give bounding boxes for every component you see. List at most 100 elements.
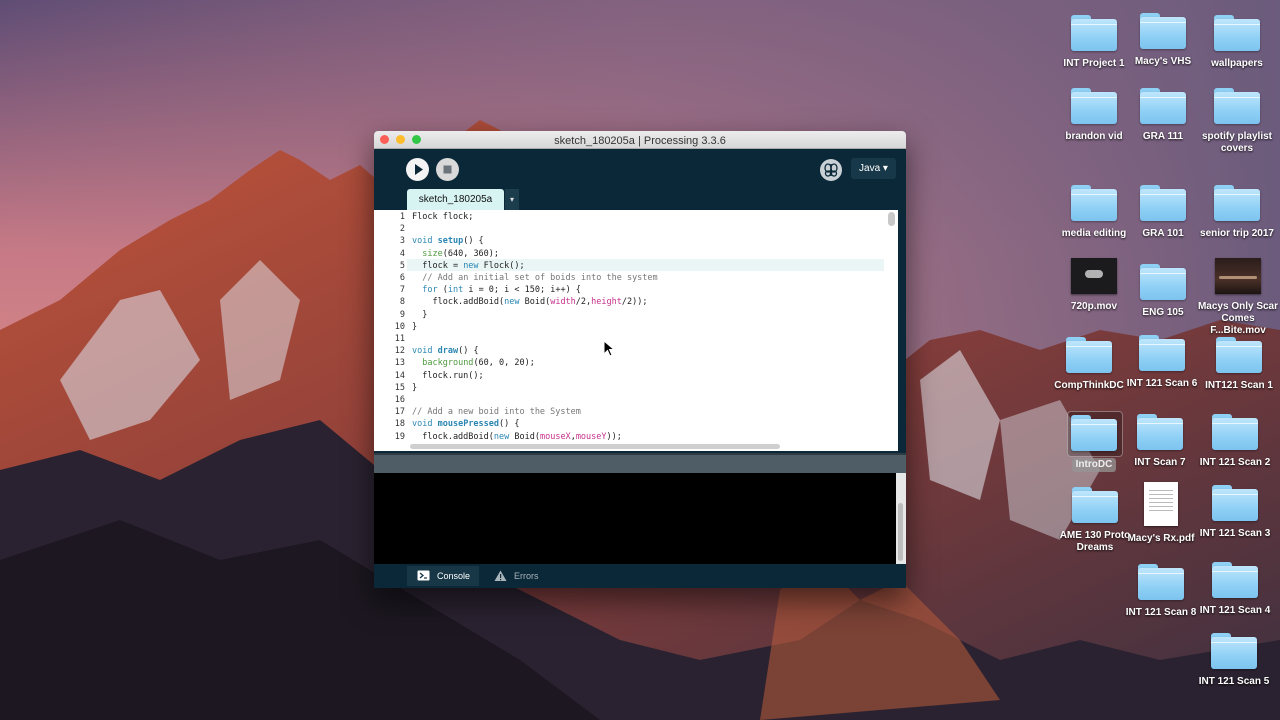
line-number: 15 [394, 382, 405, 393]
video-thumbnail-icon [1071, 258, 1117, 294]
folder-icon [1140, 264, 1186, 300]
line-number: 16 [394, 395, 405, 405]
debug-butterfly-icon [824, 163, 838, 177]
folder-icon [1139, 335, 1185, 371]
desktop-icon-label: INT 121 Scan 5 [1198, 676, 1270, 687]
play-icon [415, 164, 423, 175]
code-line: flock = new Flock(); [412, 260, 525, 271]
processing-window: sketch_180205a | Processing 3.3.6 Java ▾… [374, 131, 906, 588]
folder-wallpapers[interactable]: wallpapers [1192, 15, 1280, 70]
line-number: 6 [399, 273, 405, 283]
code-editor[interactable]: 1 2 3 4 5 6 7 8 9 10 11 12 13 14 15 16 17 18 19 Flock floc… [374, 210, 898, 451]
code-line: } [412, 382, 418, 393]
desktop-icon-label: INT 121 Scan 2 [1199, 457, 1271, 468]
code-line: flock.run(); [412, 370, 484, 381]
console-tab-bar: Console Errors [374, 564, 906, 588]
desktop-icon-label: senior trip 2017 [1200, 228, 1274, 239]
window-titlebar[interactable]: sketch_180205a | Processing 3.3.6 [374, 131, 906, 149]
desktop-icon-label: IntroDC [1071, 458, 1117, 472]
folder-icon [1214, 88, 1260, 124]
code-line: void mousePressed() { [412, 419, 520, 430]
folder-icon [1212, 562, 1258, 598]
line-number: 17 [394, 407, 405, 418]
debugger-button[interactable] [820, 159, 842, 181]
desktop-icon-label: Macys Only Scar Comes F...Bite.mov [1197, 301, 1279, 336]
folder-icon [1067, 411, 1123, 457]
code-line: } [412, 309, 428, 320]
line-number: 18 [394, 419, 405, 430]
mode-selector[interactable]: Java ▾ [851, 158, 896, 179]
code-line: void draw() { [412, 346, 479, 357]
video-thumbnail-icon [1215, 258, 1261, 294]
close-window-button[interactable] [380, 135, 389, 144]
desktop-icon-label: INT121 Scan 1 [1205, 380, 1273, 391]
line-number: 19 [394, 431, 405, 442]
console-divider[interactable] [374, 453, 906, 473]
folder-int-121-scan-2[interactable]: INT 121 Scan 2 [1190, 414, 1280, 469]
code-line: Flock flock; [412, 212, 474, 222]
folder-icon [1137, 414, 1183, 450]
code-line: void setup() { [412, 236, 484, 247]
folder-int-121-scan-4[interactable]: INT 121 Scan 4 [1190, 562, 1280, 617]
folder-icon [1140, 185, 1186, 221]
editor-vertical-scrollbar[interactable] [888, 212, 895, 226]
line-number: 4 [399, 248, 405, 259]
line-number: 10 [394, 321, 405, 332]
run-button[interactable] [406, 158, 429, 181]
code-line: flock.addBoid(new Boid(width/2,height/2)… [412, 297, 648, 308]
console-output[interactable] [374, 473, 896, 564]
code-line: } [412, 321, 418, 332]
folder-icon [1140, 13, 1186, 49]
folder-icon [1214, 15, 1260, 51]
line-number: 2 [399, 224, 405, 235]
line-number: 1 [399, 212, 405, 222]
tab-menu-button[interactable]: ▾ [505, 189, 519, 210]
folder-senior-trip-2017[interactable]: senior trip 2017 [1192, 185, 1280, 240]
tab-sketch[interactable]: sketch_180205a [407, 189, 504, 210]
folder-icon [1138, 564, 1184, 600]
code-line: flock.addBoid(new Boid(mouseX,mouseY)); [412, 431, 622, 442]
folder-icon [1071, 15, 1117, 51]
tab-errors[interactable]: Errors [486, 566, 546, 586]
line-number: 5 [399, 260, 405, 271]
stop-icon [443, 165, 452, 174]
console-tab-label: Console [437, 571, 471, 581]
desktop-icon-label: wallpapers [1211, 58, 1263, 69]
folder-icon [1071, 88, 1117, 124]
folder-int121-scan-1[interactable]: INT121 Scan 1 [1194, 337, 1280, 392]
console-scrollbar[interactable] [896, 473, 906, 564]
zoom-window-button[interactable] [412, 135, 421, 144]
line-number-gutter: 1 2 3 4 5 6 7 8 9 10 11 12 13 14 15 16 17 18 19 [374, 210, 407, 451]
folder-icon [1140, 88, 1186, 124]
folder-icon [1216, 337, 1262, 373]
folder-icon [1071, 185, 1117, 221]
folder-int-121-scan-3[interactable]: INT 121 Scan 3 [1190, 485, 1280, 540]
editor-right-margin [898, 210, 906, 453]
minimize-window-button[interactable] [396, 135, 405, 144]
console-icon [417, 570, 430, 581]
folder-icon [1212, 414, 1258, 450]
errors-tab-label: Errors [514, 571, 539, 581]
desktop-icon-label: spotify playlist covers [1201, 131, 1272, 154]
stop-button[interactable] [436, 158, 459, 181]
folder-icon [1072, 487, 1118, 523]
folder-spotify-playlist-covers[interactable]: spotify playlist covers [1192, 88, 1280, 155]
folder-int-121-scan-5[interactable]: INT 121 Scan 5 [1189, 633, 1279, 688]
folder-icon [1066, 337, 1112, 373]
line-number: 14 [394, 370, 405, 381]
line-number: 12 [394, 346, 405, 357]
desktop-icon-label: INT 121 Scan 4 [1199, 605, 1271, 616]
pdf-file-icon [1144, 482, 1178, 526]
line-number: 9 [399, 309, 405, 320]
tab-console[interactable]: Console [407, 566, 479, 586]
folder-icon [1212, 485, 1258, 521]
line-number: 8 [399, 297, 405, 308]
editor-horizontal-scrollbar[interactable] [410, 444, 780, 449]
line-number: 13 [394, 358, 405, 369]
warning-icon [494, 570, 507, 581]
code-line: // Add a new boid into the System [412, 407, 581, 418]
line-number: 3 [399, 236, 405, 247]
folder-icon [1211, 633, 1257, 669]
desktop-icon-label: INT 121 Scan 3 [1199, 528, 1271, 539]
file-macys-only-scar-mov[interactable]: Macys Only Scar Comes F...Bite.mov [1194, 258, 1280, 337]
